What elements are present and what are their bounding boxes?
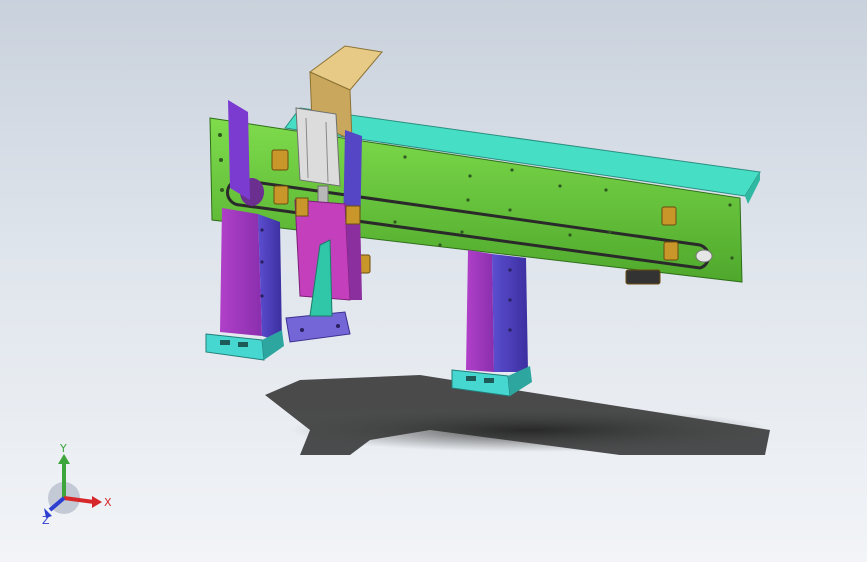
z-axis-label: Z [42, 514, 50, 527]
x-axis-label: X [104, 496, 112, 509]
y-axis-label: Y [59, 442, 67, 455]
pulley-right [695, 249, 713, 263]
left-leg[interactable] [205, 208, 284, 361]
coordinate-triad: Y X Z [42, 442, 112, 527]
y-axis-head [58, 454, 70, 464]
x-axis-head [92, 496, 102, 508]
rear-left-leg[interactable] [228, 100, 250, 200]
graphics-viewport[interactable]: Y X Z [0, 0, 867, 562]
right-leg[interactable] [451, 250, 532, 397]
left-leg-base [205, 333, 265, 361]
cad-model[interactable] [0, 0, 867, 562]
